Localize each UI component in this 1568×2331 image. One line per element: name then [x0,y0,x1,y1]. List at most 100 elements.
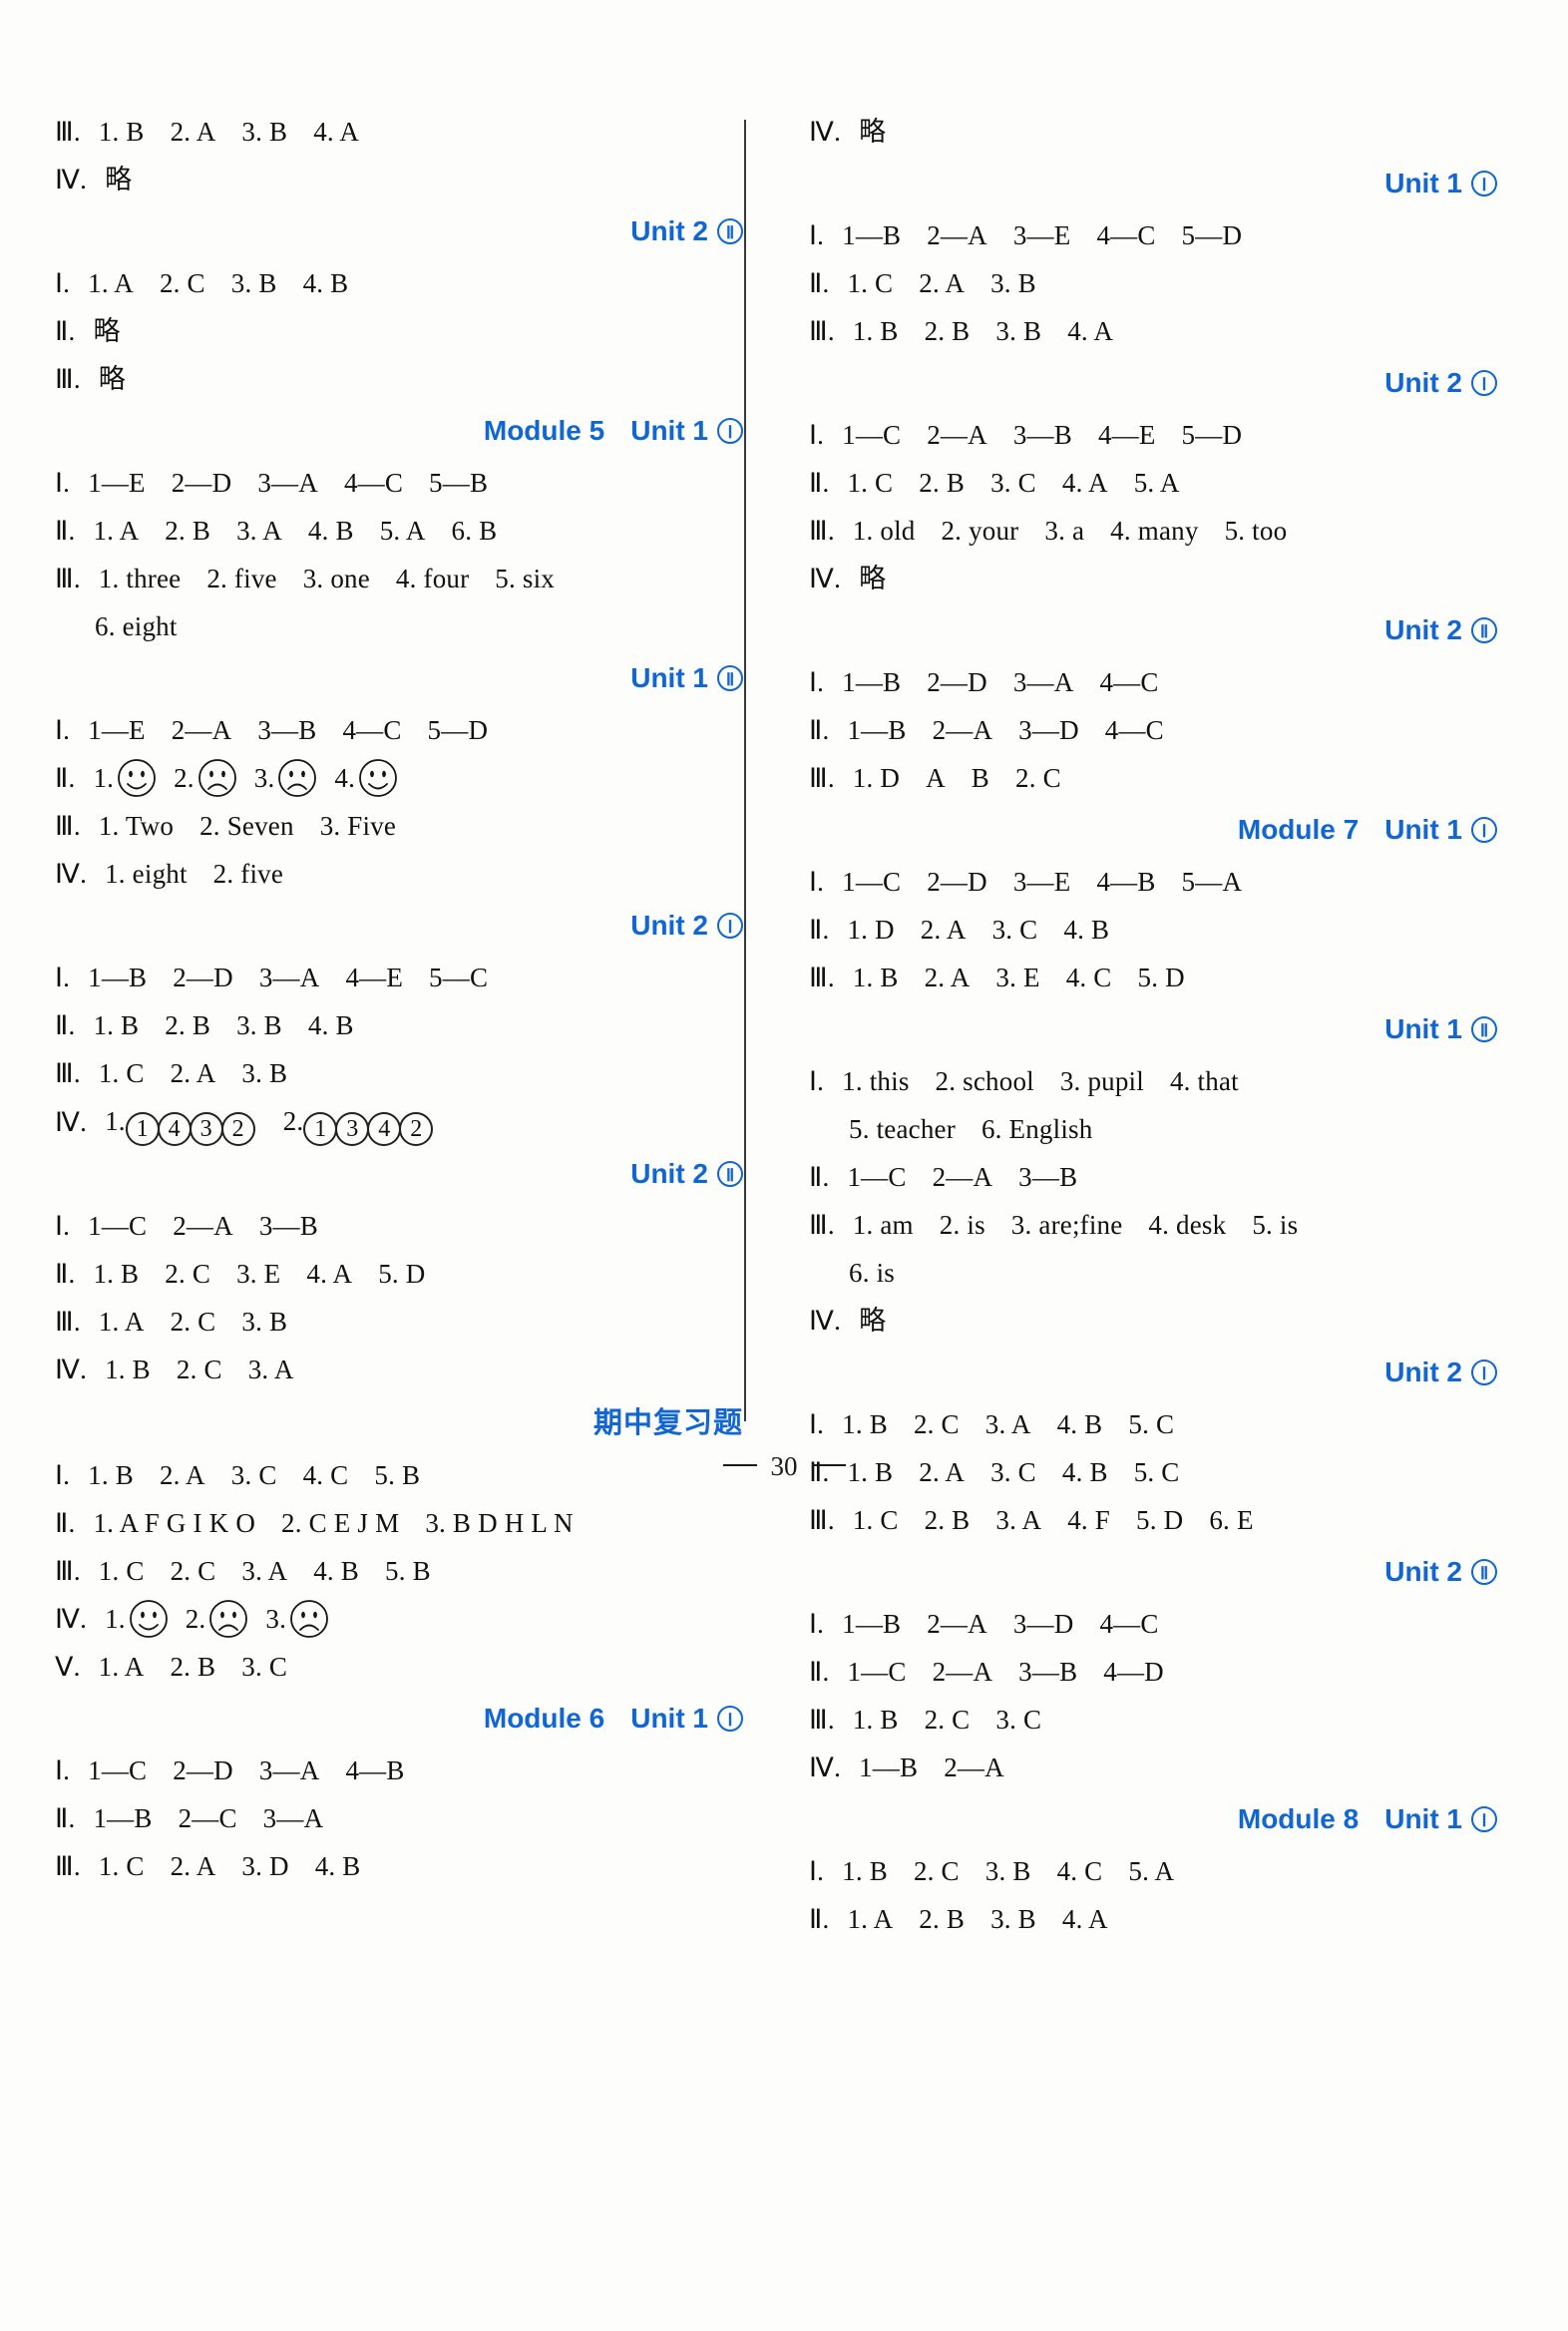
circled-group: 1. 1 4 3 2 [105,1097,255,1146]
circled-digit: 1 [303,1112,338,1146]
answer-marker: Ⅳ. [809,117,842,147]
answer-item: 5—D [1181,220,1243,250]
answer-line: Ⅲ. 1. C 2. B 3. A 4. F 5. D 6. E [809,1496,1497,1544]
heading-unit: Unit 1 [1384,1013,1462,1044]
answer-item: 4. A [1061,468,1108,498]
answer-item: 2. Seven [199,811,294,841]
answer-line: Ⅲ. 略 [55,355,743,403]
answer-item: 4. A [306,1259,353,1289]
answer-marker: Ⅱ. [55,1803,76,1833]
heading-roman-badge: Ⅰ [717,1706,743,1732]
answer-line: Ⅰ. 1—B 2—A 3—E 4—C 5—D [809,211,1497,259]
answer-item: 1—B [93,1803,153,1833]
answer-line: Ⅳ. 1. eight 2. five [55,850,743,898]
answer-item: 1—B [88,963,148,992]
answer-marker: Ⅲ. [809,1705,835,1735]
answer-item: 4—C [1104,715,1164,745]
answer-item: 3. B [236,1010,282,1040]
answer-line: Ⅱ. 1—C 2—A 3—B [809,1153,1497,1201]
answer-marker: Ⅱ. [55,1508,76,1538]
answer-item: 5—C [429,963,489,992]
answer-marker: Ⅱ. [55,1259,76,1289]
answer-item: 1. B [852,1705,899,1735]
answer-key-page: Ⅲ. 1. B 2. A 3. B 4. A Ⅳ. 略 Unit 2 Ⅱ Ⅰ. 1. A 2. C 3.… [0,0,1568,2331]
answer-item: 5. B [385,1556,431,1586]
circled-group-label: 2. [282,1106,304,1136]
answer-item: 3. a [1044,516,1085,546]
left-column: Ⅲ. 1. B 2. A 3. B 4. A Ⅳ. 略 Unit 2 Ⅱ Ⅰ. 1. A 2. C 3.… [55,108,765,1943]
answer-marker: Ⅱ. [809,915,830,945]
answer-item: 1—C [842,420,902,450]
answer-item: 4. many [1110,516,1199,546]
answer-line-faces: Ⅱ. 1. 2. 3. 4. [55,754,743,802]
answer-line: Ⅱ. 1. C 2. B 3. C 4. A 5. A [809,459,1497,507]
heading-roman-badge: Ⅱ [1471,617,1497,643]
answer-item: 略 [859,1306,887,1336]
answer-marker: Ⅰ. [809,1609,825,1639]
answer-item: 3. C [995,1705,1042,1735]
answer-item: 3. pupil [1059,1066,1144,1096]
section-heading: Unit 2 Ⅱ [55,1146,743,1202]
answer-item: 略 [859,117,887,147]
answer-marker: Ⅱ. [55,316,76,346]
answer-marker: Ⅲ. [809,1210,835,1240]
heading-unit: Unit 2 [630,215,708,246]
answer-line: Ⅱ. 1. A 2. B 3. A 4. B 5. A 6. B [55,507,743,555]
answer-item: 3. E [236,1259,281,1289]
answer-marker: Ⅰ. [809,220,825,250]
answer-item: 5—A [1181,867,1243,897]
answer-item: 1. C [98,1851,145,1881]
answer-item: 5. is [1252,1210,1299,1240]
answer-item: 1. A [98,1307,145,1337]
answer-item: 2—A [944,1752,1004,1782]
answer-item: 5. D [1137,963,1185,992]
section-heading: Unit 2 Ⅱ [809,1544,1497,1600]
answer-item: 4. C [1065,963,1112,992]
answer-item: 4. A [1067,316,1114,346]
answer-item: 2. B [165,1010,211,1040]
answer-item: 1. B [93,1010,140,1040]
answer-item: 2. A [919,268,966,298]
answer-marker: Ⅲ. [809,963,835,992]
sad-face-icon [207,1598,249,1640]
section-heading-chinese: 期中复习题 [592,1405,743,1439]
answer-line: 6. eight [55,602,743,650]
circled-digit: 4 [367,1112,402,1146]
answer-item: 3. B [990,1904,1036,1934]
happy-face-icon [116,757,158,799]
heading-unit: Unit 1 [1384,814,1462,845]
answer-item: 1. A [93,516,140,546]
section-heading: Unit 2 Ⅰ [809,1345,1497,1400]
answer-item: 1. B [852,963,899,992]
section-heading: Unit 2 Ⅱ [55,203,743,259]
circled-digit: 4 [157,1112,192,1146]
section-heading: Unit 1 Ⅱ [809,1001,1497,1057]
answer-item: 4. A [1061,1904,1108,1934]
answer-line: Ⅰ. 1—B 2—A 3—D 4—C [809,1600,1497,1648]
answer-item: 1. C [852,1505,899,1535]
answer-item: 1. B [852,316,899,346]
answer-marker: Ⅰ. [809,1409,825,1439]
answer-item: 2. five [212,859,284,889]
circled-group-label: 1. [105,1106,126,1136]
answer-item: 1—B [847,715,907,745]
answer-item: 5—B [429,468,489,498]
answer-item: 4. C [1056,1856,1103,1886]
answer-item: 1. B [93,1259,140,1289]
answer-item: 4—C [343,468,404,498]
answer-item: 2. is [939,1210,985,1240]
answer-item: 1. B [842,1856,888,1886]
answer-item: 6. E [1209,1505,1254,1535]
section-heading: Unit 1 Ⅱ [55,650,743,706]
answer-item: 3. B D H L N [425,1508,574,1538]
answer-item: 2. C [170,1307,216,1337]
answer-item: 1. D [847,915,895,945]
answer-item: 2—D [171,468,232,498]
answer-item: 2. C E J M [281,1508,400,1538]
two-column-body: Ⅲ. 1. B 2. A 3. B 4. A Ⅳ. 略 Unit 2 Ⅱ Ⅰ. 1. A 2. C 3.… [55,108,1521,1943]
answer-item: 5—D [1181,420,1243,450]
answer-item: 2—A [932,1657,993,1687]
answer-item: 1. am [852,1210,914,1240]
answer-item: 1—E [88,715,146,745]
answer-marker: Ⅰ. [809,1856,825,1886]
